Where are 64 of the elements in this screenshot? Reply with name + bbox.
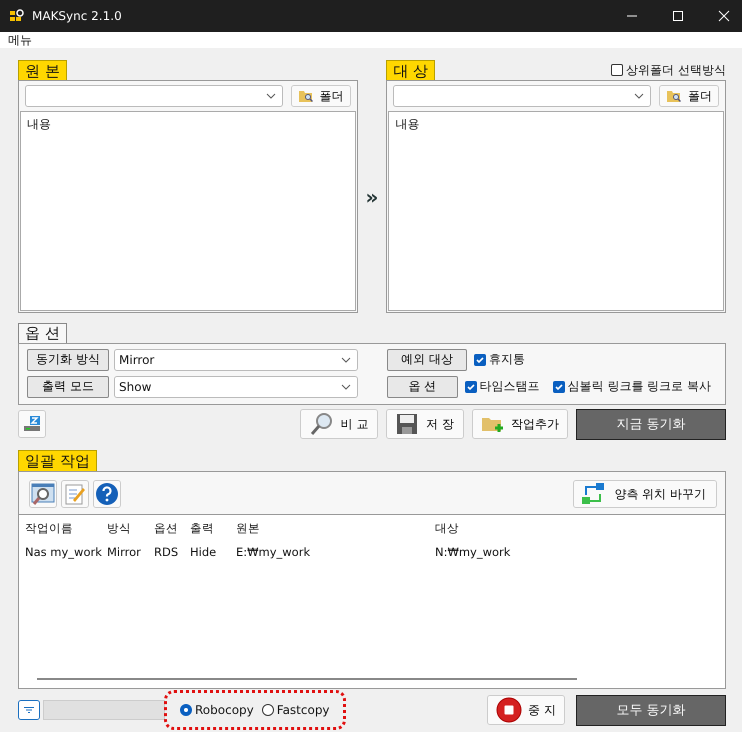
mode-button[interactable]: 출력 모드 — [27, 376, 109, 398]
column-header[interactable]: 대상 — [435, 521, 725, 536]
scrollbar[interactable] — [37, 678, 577, 680]
table-cell-text: Mirror — [107, 544, 142, 558]
caret-icon — [341, 356, 351, 362]
checkbox[interactable]: 상위폴더 선택방식 — [611, 62, 726, 78]
filter-icon — [24, 707, 34, 713]
maximize-icon[interactable] — [672, 10, 684, 22]
table-cell-text: Hide — [190, 544, 218, 558]
help-icon — [95, 482, 119, 506]
column-header[interactable]: 옵션 — [154, 521, 190, 536]
drive-button[interactable] — [18, 410, 46, 438]
sync-now-button[interactable]: 지금 동기화 — [576, 408, 726, 440]
app-icon — [10, 9, 24, 23]
magnifier-icon — [310, 412, 334, 436]
search-icon — [31, 482, 55, 506]
radio-button[interactable]: Fastcopy — [262, 703, 330, 717]
checkbox[interactable]: 휴지통 — [474, 351, 525, 368]
radio-button[interactable]: Robocopy — [180, 703, 254, 717]
check-icon — [466, 382, 476, 392]
check-icon — [475, 354, 485, 364]
action-button[interactable]: 작업추가 — [472, 409, 568, 439]
arrow-text: » — [364, 184, 380, 210]
checkbox[interactable]: 타임스탬프 — [464, 378, 540, 395]
mode-dropdown[interactable]: Mirror — [114, 348, 358, 370]
table-cell-text: N:₩my_work — [435, 544, 512, 558]
action-button[interactable]: 저 장 — [386, 409, 464, 439]
table-cell-text: RDS — [154, 544, 180, 558]
stop-icon — [496, 697, 522, 723]
column-header[interactable]: 출력 — [190, 521, 236, 536]
folder-search-icon — [666, 89, 682, 103]
sync-all-button[interactable]: 모두 동기화 — [576, 694, 726, 726]
table-cell-text: Nas my_work — [25, 544, 103, 558]
list-text: 내용 — [27, 117, 51, 131]
column-header[interactable]: 방식 — [107, 521, 154, 536]
mode-dropdown[interactable]: Show — [114, 376, 358, 398]
swap-icon — [580, 482, 606, 506]
list-text: 내용 — [395, 117, 420, 131]
checkbox[interactable]: 심볼릭 링크를 링크로 복사 — [552, 378, 711, 395]
caret-icon — [634, 93, 644, 99]
folder-button[interactable]: 폴더 — [658, 85, 719, 107]
notepad-pencil-icon — [63, 482, 87, 506]
drive-icon — [22, 414, 42, 434]
table-cell-text: E:₩my_work — [236, 544, 312, 558]
search-button[interactable] — [29, 480, 57, 508]
stop-button[interactable]: 중 지 — [487, 695, 565, 725]
caret-icon — [341, 384, 351, 390]
help-button[interactable] — [93, 480, 121, 508]
close-icon[interactable] — [718, 10, 730, 22]
filter-button[interactable] — [18, 700, 40, 720]
swap-button[interactable]: 양측 위치 바꾸기 — [573, 480, 717, 508]
column-header[interactable]: 원본 — [236, 521, 435, 536]
option-button[interactable]: 예외 대상 — [387, 348, 467, 370]
caret-icon — [266, 93, 276, 99]
window-title: MAKSync 2.1.0 — [32, 9, 122, 23]
option-button[interactable]: 옵 션 — [387, 376, 458, 398]
check-icon — [554, 382, 564, 392]
action-button[interactable]: 비 교 — [300, 409, 378, 439]
column-header[interactable]: 작업이름 — [25, 521, 107, 536]
folder-search-icon — [298, 89, 314, 103]
folder-button[interactable]: 폴더 — [290, 85, 351, 107]
edit-button[interactable] — [61, 480, 89, 508]
mode-button[interactable]: 동기화 방식 — [27, 348, 109, 370]
menu-item[interactable]: 메뉴 — [8, 32, 32, 48]
